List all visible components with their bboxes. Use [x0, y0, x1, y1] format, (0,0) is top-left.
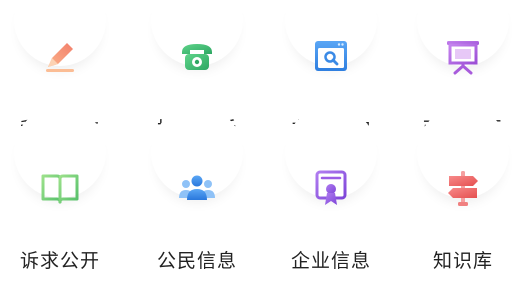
service-enterprise-info[interactable]: 企业信息: [271, 106, 391, 272]
signpost-icon: [441, 166, 485, 210]
service-label: 公民信息: [156, 250, 237, 272]
service-label: 知识库: [432, 250, 493, 272]
browser-search-icon: [309, 34, 353, 78]
service-citizen-info[interactable]: 公民信息: [137, 106, 257, 272]
presentation-board-icon: [441, 34, 485, 78]
service-knowledge-base[interactable]: 知识库: [403, 106, 523, 272]
telephone-icon: [175, 34, 219, 78]
service-label: 企业信息: [290, 250, 371, 272]
service-grid: 我要写信 拨打电话: [0, 0, 525, 281]
service-label: 诉求公开: [19, 250, 100, 272]
certificate-icon: [309, 166, 353, 210]
people-group-icon: [175, 166, 219, 210]
pencil-icon: [38, 34, 82, 78]
service-appeal-disclosure[interactable]: 诉求公开: [0, 106, 120, 272]
open-book-icon: [38, 166, 82, 210]
